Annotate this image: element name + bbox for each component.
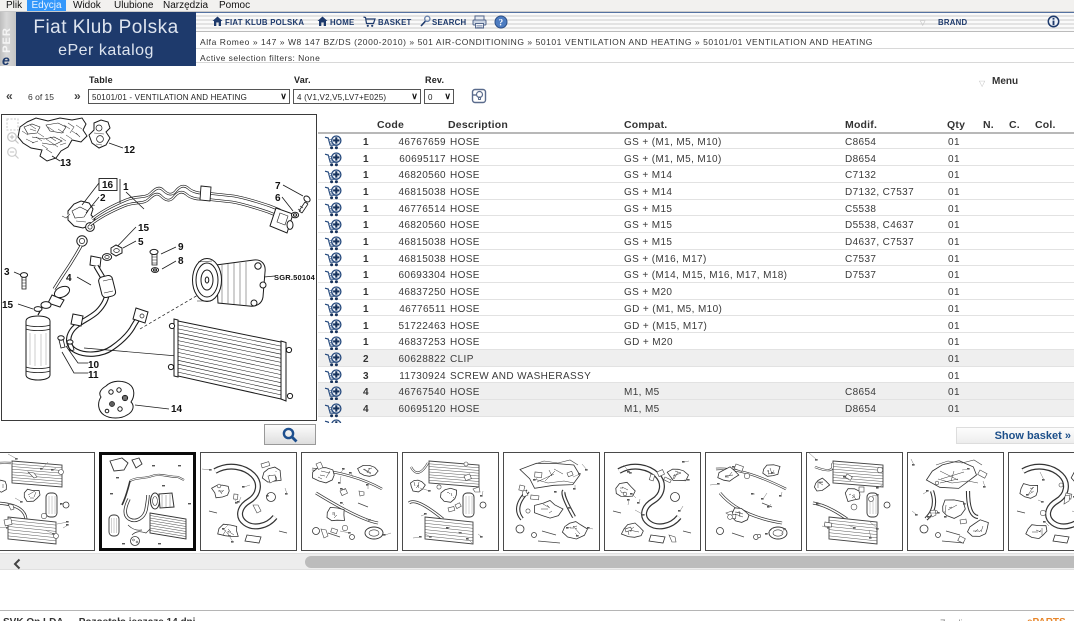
svg-text:15: 15 [2,300,14,311]
svg-text:5: 5 [138,237,144,248]
svg-text:15: 15 [138,223,150,234]
svg-text:11: 11 [88,370,99,381]
svg-text:13: 13 [60,158,72,169]
svg-text:4: 4 [66,273,72,284]
svg-text:8: 8 [178,256,184,267]
svg-text:12: 12 [124,145,136,156]
svg-text:7: 7 [275,181,281,192]
svg-text:14: 14 [171,404,183,415]
svg-text:3: 3 [4,267,10,278]
svg-text:16: 16 [102,180,114,191]
svg-text:2: 2 [100,193,106,204]
svg-text:SGR.50104: SGR.50104 [274,273,316,282]
svg-text:6: 6 [275,193,281,204]
svg-text:1: 1 [123,182,129,193]
svg-text:?: ? [499,18,504,28]
svg-text:9: 9 [178,242,184,253]
